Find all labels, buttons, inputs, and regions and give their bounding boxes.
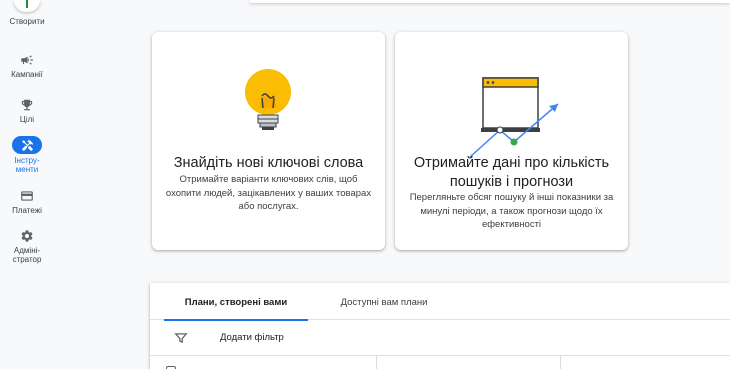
nav-label-campaigns: Кампанії [11,70,43,79]
plans-panel: Плани, створені вами Доступні вам плани … [150,283,730,369]
trend-chart-icon [395,62,628,162]
card-title: Знайдіть нові ключові слова [173,155,364,171]
nav-label-tools: Інстру- менти [14,156,40,174]
nav-label-admin: Адміні- стратор [12,246,42,264]
left-navigation-rail: Створити Кампанії Цілі Інстру- менти Пла… [0,0,56,369]
trophy-icon [12,95,42,113]
add-filter-button[interactable]: Додати фільтр [220,332,284,343]
card-description: Отримайте варіанти ключових слів, щоб ох… [165,174,372,212]
nav-item-goals[interactable]: Цілі [0,95,54,124]
card-title: Отримайте дані про кількість пошуків і п… [413,155,610,190]
card-description: Перегляньте обсяг пошуку й інші показник… [409,192,614,230]
nav-item-admin[interactable]: Адміні- стратор [0,226,54,264]
nav-item-campaigns[interactable]: Кампанії [0,50,54,79]
tab-shared-plans[interactable]: Доступні вам плани [320,283,448,320]
column-divider [560,356,561,369]
discover-keywords-card[interactable]: Знайдіть нові ключові слова Отримайте ва… [152,32,385,250]
tab-my-plans[interactable]: Плани, створені вами [164,283,308,321]
gear-icon [12,226,42,244]
create-label: Створити [9,17,45,26]
nav-label-billing: Платежі [12,206,42,215]
nav-label-goals: Цілі [19,115,35,124]
filter-icon[interactable] [174,331,188,345]
credit-card-icon [12,186,42,204]
filter-bar: Додати фільтр [150,320,730,356]
header-card-edge [250,0,730,3]
lightbulb-icon [152,62,385,162]
plus-icon [14,0,40,12]
create-button[interactable]: Створити [7,0,47,26]
tools-icon [12,136,42,154]
nav-item-tools[interactable]: Інстру- менти [0,136,54,174]
search-volume-forecast-card[interactable]: Отримайте дані про кількість пошуків і п… [395,32,628,250]
megaphone-icon [12,50,42,68]
column-divider [376,356,377,369]
nav-item-billing[interactable]: Платежі [0,186,54,215]
plans-tabs: Плани, створені вами Доступні вам плани [150,283,730,321]
